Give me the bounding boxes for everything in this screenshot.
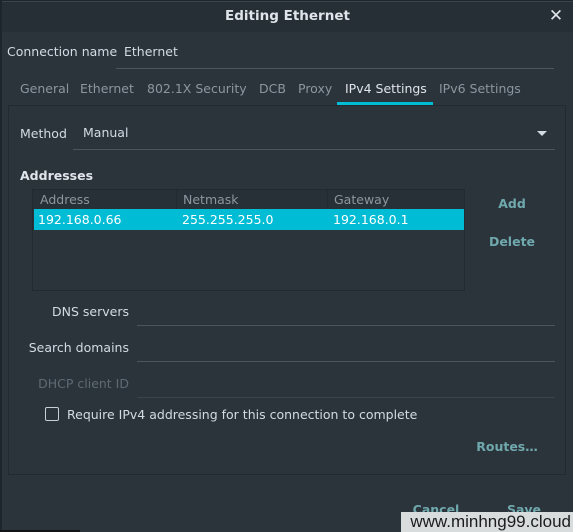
addresses-heading: Addresses xyxy=(20,168,94,183)
search-domains-label: Search domains xyxy=(28,340,129,355)
chevron-down-icon xyxy=(537,131,547,136)
tab-ethernet[interactable]: Ethernet xyxy=(80,81,134,96)
column-header-netmask[interactable]: Netmask xyxy=(183,192,239,207)
connection-name-label: Connection name xyxy=(7,44,118,59)
method-label: Method xyxy=(20,126,67,141)
column-separator xyxy=(327,190,328,209)
dialog-window: Editing Ethernet ✕ Connection name Ether… xyxy=(2,1,573,532)
tab-ipv6-settings[interactable]: IPv6 Settings xyxy=(439,81,521,96)
connection-name-value: Ethernet xyxy=(124,44,178,59)
tab-proxy[interactable]: Proxy xyxy=(298,81,332,96)
dhcp-client-id-input xyxy=(137,397,555,398)
connection-name-input[interactable]: Ethernet xyxy=(116,35,554,69)
cell-address[interactable]: 192.168.0.66 xyxy=(38,212,122,227)
method-dropdown[interactable]: Manual xyxy=(73,117,555,150)
addresses-table: Address Netmask Gateway 192.168.0.66 255… xyxy=(32,189,465,291)
dns-servers-input[interactable] xyxy=(137,325,555,326)
dhcp-client-id-label: DHCP client ID xyxy=(38,376,129,391)
require-ipv4-checkbox[interactable] xyxy=(45,407,59,421)
cell-netmask[interactable]: 255.255.255.0 xyxy=(182,212,273,227)
table-header: Address Netmask Gateway xyxy=(33,190,464,209)
tab-ipv4-settings[interactable]: IPv4 Settings xyxy=(345,81,427,96)
method-value: Manual xyxy=(83,125,129,140)
column-header-address[interactable]: Address xyxy=(40,192,90,207)
tab-dcb[interactable]: DCB xyxy=(259,81,286,96)
table-row[interactable]: 192.168.0.66 255.255.255.0 192.168.0.1 xyxy=(34,209,464,230)
search-domains-input[interactable] xyxy=(137,361,555,362)
tab-general[interactable]: General xyxy=(20,81,69,96)
add-button[interactable]: Add xyxy=(486,196,538,211)
tab-8021x-security[interactable]: 802.1X Security xyxy=(147,81,247,96)
cell-gateway[interactable]: 192.168.0.1 xyxy=(333,212,409,227)
close-icon[interactable]: ✕ xyxy=(547,6,565,26)
column-separator xyxy=(176,190,177,209)
titlebar: Editing Ethernet ✕ xyxy=(2,1,573,32)
delete-button[interactable]: Delete xyxy=(482,234,542,249)
watermark-text: www.minhng99.cloud xyxy=(401,512,573,532)
dns-servers-label: DNS servers xyxy=(52,304,129,319)
require-ipv4-label[interactable]: Require IPv4 addressing for this connect… xyxy=(67,407,417,422)
dialog-title: Editing Ethernet xyxy=(225,8,350,24)
column-header-gateway[interactable]: Gateway xyxy=(334,192,389,207)
routes-button[interactable]: Routes… xyxy=(472,439,542,454)
